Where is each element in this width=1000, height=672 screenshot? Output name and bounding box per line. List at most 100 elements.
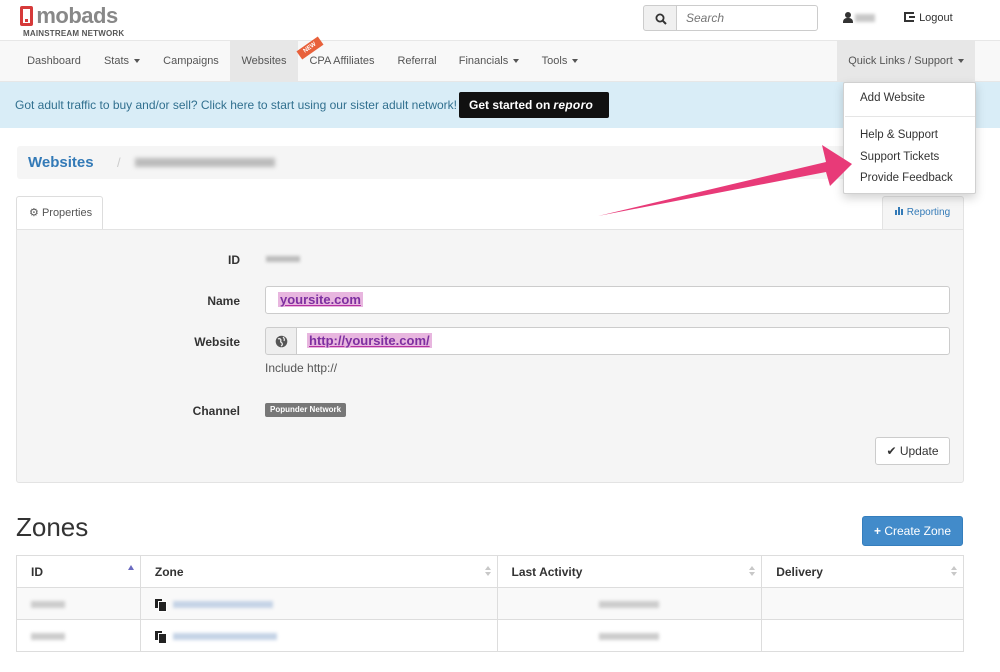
column-label: Delivery bbox=[776, 564, 823, 579]
id-value-redacted bbox=[266, 256, 300, 262]
delivery-cell bbox=[761, 587, 964, 620]
update-label: Update bbox=[899, 444, 939, 458]
get-started-button[interactable]: Get started on reporo bbox=[459, 92, 609, 118]
reporo-logo-text: reporo bbox=[553, 98, 594, 112]
reporo-logo: reporo bbox=[553, 98, 593, 112]
zone-id-cell bbox=[16, 619, 141, 652]
quick-links-dropdown: Add Website Help & Support Support Ticke… bbox=[843, 82, 976, 194]
caret-down-icon bbox=[513, 59, 520, 63]
nav-stats[interactable]: Stats bbox=[92, 41, 152, 81]
nav-label: Tools bbox=[541, 55, 568, 67]
gear-icon: ⚙ bbox=[29, 207, 39, 219]
column-header-zone[interactable]: Zone bbox=[139, 555, 498, 588]
nav-label: Websites bbox=[241, 55, 287, 67]
search-input[interactable] bbox=[676, 5, 818, 31]
sort-ascending-icon bbox=[127, 565, 134, 570]
search-icon bbox=[655, 13, 667, 25]
globe-icon bbox=[275, 335, 288, 348]
user-icon bbox=[843, 12, 853, 24]
redacted-value bbox=[31, 632, 65, 640]
website-value: http://yoursite.com/ bbox=[307, 333, 432, 348]
table-header-row: ID Zone Last Activity Delivery bbox=[16, 555, 964, 588]
zones-heading: Zones bbox=[16, 512, 89, 542]
column-header-id[interactable]: ID bbox=[16, 555, 141, 588]
column-label: Zone bbox=[154, 564, 184, 579]
tab-reporting-label: Reporting bbox=[906, 207, 951, 218]
breadcrumb: Websites / bbox=[17, 146, 963, 179]
plus-icon: + bbox=[873, 524, 881, 538]
menu-item-provide-feedback[interactable]: Provide Feedback bbox=[860, 172, 953, 184]
nav-websites[interactable]: Websites bbox=[230, 41, 298, 81]
check-icon: ✔ bbox=[886, 444, 897, 458]
nav-dashboard[interactable]: Dashboard bbox=[16, 41, 92, 81]
nav-tools[interactable]: Tools bbox=[530, 41, 590, 81]
tab-reporting[interactable]: Reporting bbox=[882, 196, 964, 230]
zone-name-cell[interactable] bbox=[139, 619, 498, 652]
tab-properties-label: Properties bbox=[41, 207, 93, 219]
delivery-cell bbox=[761, 619, 964, 652]
caret-down-icon bbox=[572, 59, 579, 63]
nav-label: Stats bbox=[103, 55, 130, 67]
properties-panel bbox=[16, 229, 964, 483]
get-started-label: Get started on bbox=[469, 98, 551, 112]
nav-label: Dashboard bbox=[27, 55, 81, 67]
caret-down-icon bbox=[134, 59, 141, 63]
logout-icon bbox=[904, 12, 915, 22]
logout-link[interactable]: Logout bbox=[904, 12, 953, 24]
menu-item-add-website[interactable]: Add Website bbox=[860, 92, 925, 104]
nav-financials[interactable]: Financials bbox=[448, 41, 530, 81]
name-label: Name bbox=[207, 294, 240, 308]
last-activity-cell bbox=[496, 587, 763, 620]
nav-label: Financials bbox=[458, 55, 509, 67]
redacted-link[interactable] bbox=[172, 600, 273, 608]
nav-campaigns[interactable]: Campaigns bbox=[152, 41, 230, 81]
nav-quick-links-support[interactable]: Quick Links / Support bbox=[837, 41, 975, 81]
brand-logo[interactable]: mobads MAINSTREAM NETWORK bbox=[20, 4, 124, 38]
website-input[interactable]: http://yoursite.com/ bbox=[296, 327, 950, 355]
last-activity-cell bbox=[496, 619, 763, 652]
menu-item-help-support[interactable]: Help & Support bbox=[860, 129, 938, 141]
name-input[interactable]: yoursite.com bbox=[265, 286, 950, 314]
logout-label: Logout bbox=[919, 12, 953, 24]
nav-label: CPA Affiliates bbox=[309, 55, 375, 67]
column-label: ID bbox=[31, 564, 43, 579]
column-header-delivery[interactable]: Delivery bbox=[761, 555, 964, 588]
nav-label: Campaigns bbox=[163, 55, 219, 67]
name-value: yoursite.com bbox=[278, 292, 363, 307]
brand-tagline: MAINSTREAM NETWORK bbox=[23, 29, 125, 38]
create-zone-button[interactable]: + Create Zone bbox=[862, 516, 963, 546]
redacted-value bbox=[599, 600, 660, 608]
user-name-redacted bbox=[855, 14, 875, 22]
update-button[interactable]: ✔ Update bbox=[875, 437, 950, 465]
zone-name-cell[interactable] bbox=[139, 587, 498, 620]
bar-chart-icon bbox=[895, 207, 907, 218]
search-button[interactable] bbox=[643, 5, 677, 31]
sort-icon bbox=[484, 566, 491, 578]
nav-label: Quick Links / Support bbox=[848, 55, 953, 67]
logo-mark-icon bbox=[20, 6, 33, 26]
website-addon bbox=[265, 327, 297, 355]
sort-icon bbox=[749, 566, 756, 578]
nav-referral[interactable]: Referral bbox=[386, 41, 448, 81]
redacted-link[interactable] bbox=[172, 632, 277, 640]
breadcrumb-websites-link[interactable]: Websites bbox=[28, 154, 94, 171]
copy-icon[interactable] bbox=[154, 598, 167, 612]
menu-divider bbox=[845, 116, 975, 117]
table-row[interactable] bbox=[16, 587, 964, 620]
main-navbar: Dashboard Stats Campaigns Websites CPA A… bbox=[0, 36, 1000, 82]
website-label: Website bbox=[194, 335, 240, 349]
id-label: ID bbox=[228, 253, 240, 267]
tab-properties[interactable]: ⚙ Properties bbox=[16, 196, 103, 230]
copy-icon[interactable] bbox=[154, 630, 167, 644]
website-help-text: Include http:// bbox=[265, 361, 338, 375]
zones-table: ID Zone Last Activity Delivery bbox=[16, 555, 964, 652]
table-row[interactable] bbox=[16, 619, 964, 652]
zone-id-cell bbox=[16, 587, 141, 620]
promo-alert-link[interactable]: Got adult traffic to buy and/or sell? Cl… bbox=[15, 98, 457, 112]
redacted-value bbox=[599, 632, 660, 640]
column-header-last-activity[interactable]: Last Activity bbox=[496, 555, 763, 588]
breadcrumb-current-redacted bbox=[135, 158, 275, 167]
top-bar: mobads MAINSTREAM NETWORK Logout bbox=[0, 0, 1000, 40]
channel-label: Channel bbox=[192, 404, 240, 418]
menu-item-support-tickets[interactable]: Support Tickets bbox=[860, 151, 939, 163]
